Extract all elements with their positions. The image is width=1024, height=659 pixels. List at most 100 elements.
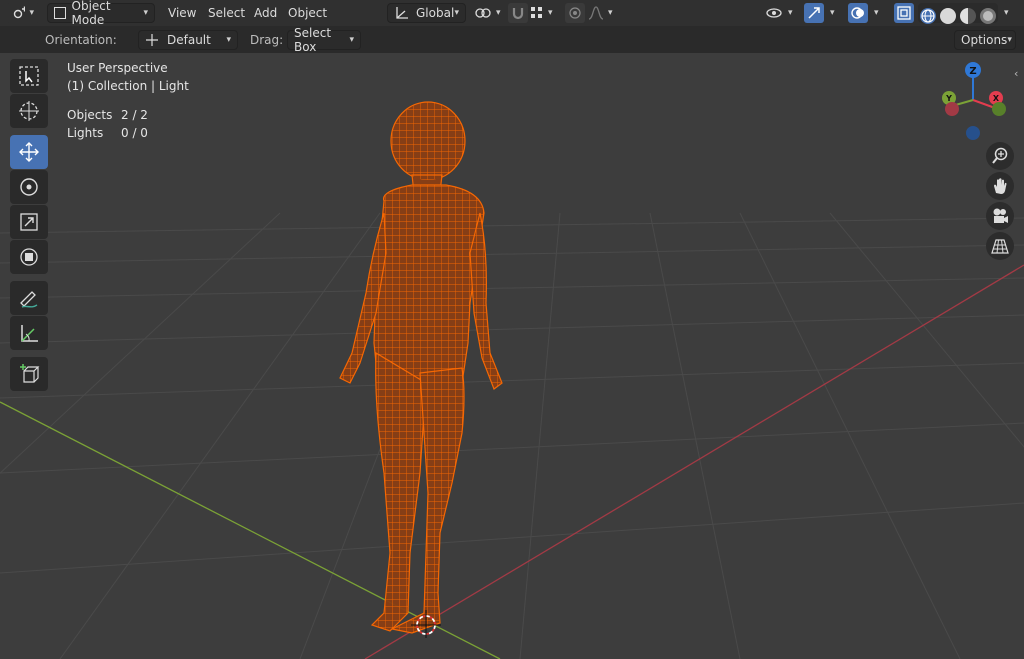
chevron-down-icon: ▾ (496, 8, 501, 18)
add-cube-tool[interactable] (10, 357, 48, 391)
add-cube-icon (20, 364, 40, 383)
rendered-shading-button[interactable] (980, 8, 996, 24)
shading-dropdown[interactable]: ▾ (1000, 3, 1016, 23)
overlays-dropdown[interactable]: ▾ (870, 3, 884, 23)
gizmo-dropdown[interactable]: ▾ (826, 3, 840, 23)
object-mode-icon (54, 7, 66, 19)
proportional-editing-toggle[interactable] (565, 3, 585, 23)
xray-icon (897, 6, 911, 20)
xray-toggle[interactable] (894, 3, 914, 23)
3d-viewport[interactable]: User Perspective (1) Collection | Light … (0, 53, 1024, 659)
chevron-down-icon: ▾ (29, 8, 34, 18)
magnifier-plus-icon (992, 147, 1008, 164)
overlays-icon (851, 7, 864, 19)
pan-button[interactable] (986, 172, 1014, 200)
annotate-tool[interactable] (10, 281, 48, 315)
stats-lights-label: Lights (67, 126, 104, 140)
menu-add[interactable]: Add (248, 3, 283, 23)
orientation-dropdown[interactable]: Default ▾ (138, 30, 238, 50)
move-arrows-icon (19, 142, 39, 162)
move-tool[interactable] (10, 135, 48, 169)
stats-objects-label: Objects (67, 108, 113, 122)
orientation-axes-icon (146, 34, 158, 46)
falloff-curve-icon (588, 6, 604, 20)
options-dropdown[interactable]: Options ▾ (954, 30, 1016, 50)
chevron-down-icon: ▾ (143, 8, 148, 18)
orientation-label: Orientation: (45, 33, 117, 47)
stats-lights-value: 0 / 0 (121, 126, 148, 140)
options-label: Options (961, 33, 1008, 47)
navigation-gizmo[interactable]: Z Y X (934, 59, 1014, 149)
chevron-down-icon: ▾ (349, 35, 354, 45)
menu-view[interactable]: View (162, 3, 202, 23)
wireframe-shading-button[interactable] (920, 8, 936, 24)
hand-icon (994, 178, 1007, 194)
overlays-toggle[interactable] (848, 3, 868, 23)
magnet-icon (512, 8, 524, 20)
mode-label: Object Mode (71, 0, 111, 27)
stats-objects-value: 2 / 2 (121, 108, 148, 122)
gizmo-x-label: X (993, 94, 1000, 103)
perspective-toggle-button[interactable] (986, 232, 1014, 260)
floor-grid (0, 212, 1024, 659)
material-preview-button[interactable] (960, 8, 976, 24)
perspective-grid-icon (991, 239, 1009, 254)
scale-tool[interactable] (10, 205, 48, 239)
proportional-icon (569, 7, 581, 19)
chevron-down-icon: ▾ (454, 8, 459, 18)
gizmo-toggle[interactable] (804, 3, 824, 23)
shading-mode-group (918, 3, 998, 24)
cursor-tool[interactable] (10, 94, 48, 128)
wireframe-sphere-icon (921, 9, 935, 23)
gizmo-icon (808, 7, 820, 19)
scale-icon (20, 213, 38, 231)
chevron-down-icon: ▾ (830, 8, 835, 18)
orientation-axes-icon (396, 7, 408, 19)
falloff-dropdown[interactable]: ▾ (588, 3, 616, 23)
viewport-header: ▾ Object Mode ▾ View Select Add Object G… (0, 0, 1024, 27)
zoom-button[interactable] (986, 142, 1014, 170)
chevron-down-icon: ▾ (874, 8, 879, 18)
drag-dropdown[interactable]: Select Box ▾ (287, 26, 361, 54)
rotate-tool[interactable] (10, 170, 48, 204)
transform-icon (20, 248, 38, 266)
chevron-down-icon: ▾ (1004, 8, 1009, 18)
measure-tool[interactable] (10, 316, 48, 350)
select-box-icon (19, 66, 39, 86)
solid-shading-button[interactable] (940, 8, 956, 24)
pivot-link-icon (475, 8, 491, 18)
gizmo-neg-z-axis[interactable] (966, 126, 980, 140)
orientation-value: Default (167, 33, 211, 47)
transform-tool[interactable] (10, 240, 48, 274)
character-mesh[interactable] (339, 101, 503, 634)
editor-type-icon (13, 6, 26, 19)
gizmo-z-label: Z (969, 66, 976, 77)
orientation-label: Global (416, 6, 455, 20)
chevron-down-icon: ▾ (548, 8, 553, 18)
mode-dropdown[interactable]: Object Mode ▾ (47, 0, 155, 27)
transform-orientation-dropdown[interactable]: Global ▾ (387, 3, 466, 23)
drag-value: Select Box (294, 26, 332, 54)
snap-toggle[interactable] (508, 3, 528, 23)
chevron-down-icon: ▾ (788, 8, 793, 18)
eye-icon (766, 8, 782, 18)
sidebar-toggle-icon[interactable]: ‹ (1014, 67, 1018, 80)
editor-type-button[interactable]: ▾ (6, 3, 40, 23)
gizmo-y-label: Y (945, 94, 952, 103)
chevron-down-icon: ▾ (608, 8, 613, 18)
snap-target-dropdown[interactable]: ▾ (530, 3, 560, 23)
ruler-icon (21, 325, 38, 342)
menu-object[interactable]: Object (282, 3, 333, 23)
scene-canvas (0, 101, 1024, 659)
select-box-tool[interactable] (10, 59, 48, 93)
camera-icon (993, 208, 1008, 223)
gizmo-neg-x-axis[interactable] (945, 102, 959, 116)
drag-label: Drag: (250, 33, 284, 47)
gizmo-neg-y-axis[interactable] (992, 102, 1006, 116)
menu-select[interactable]: Select (202, 3, 251, 23)
camera-view-button[interactable] (986, 202, 1014, 230)
visibility-dropdown[interactable]: ▾ (766, 3, 800, 23)
chevron-down-icon: ▾ (1007, 35, 1012, 45)
pivot-point-button[interactable]: ▾ (474, 3, 508, 23)
snap-grid-icon (531, 7, 542, 18)
